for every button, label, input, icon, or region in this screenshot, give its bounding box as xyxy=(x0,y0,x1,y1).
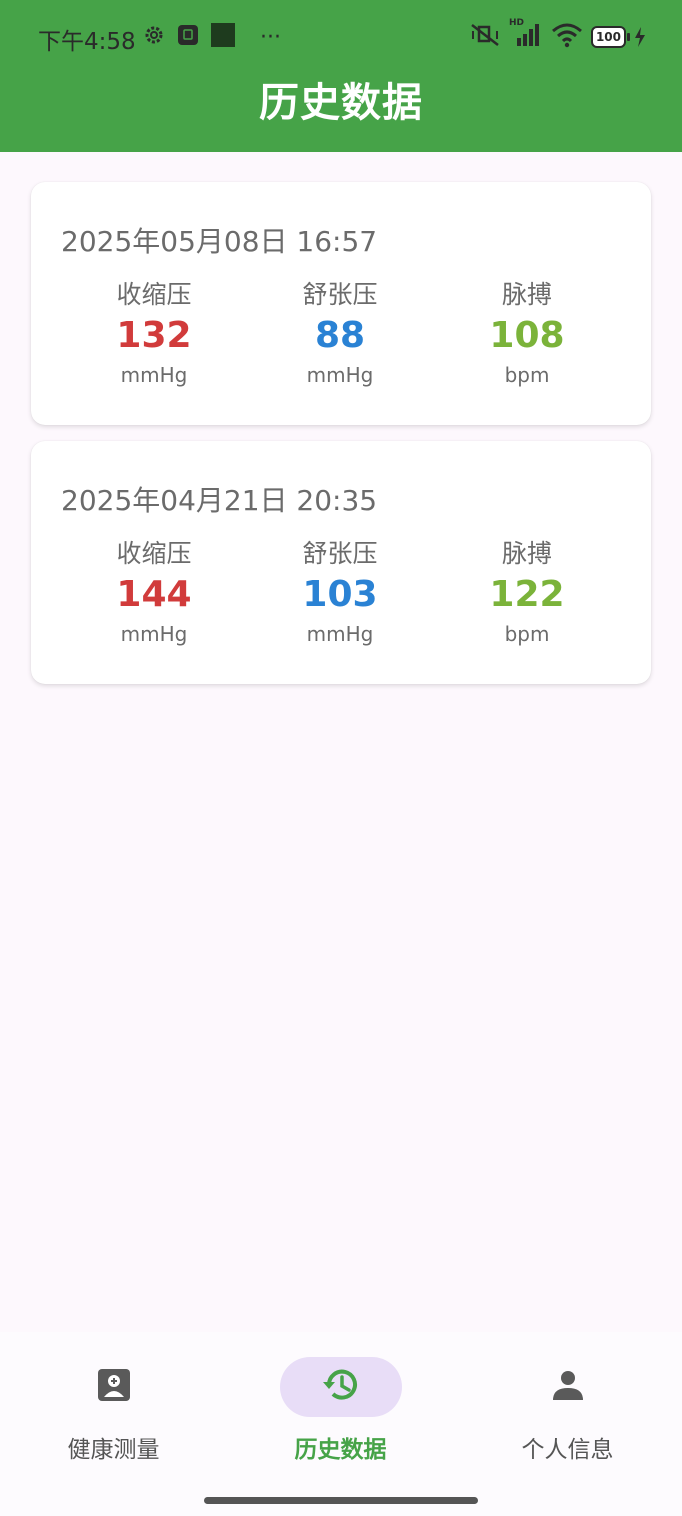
diastolic-metric: 舒张压 88 mmHg xyxy=(240,278,440,390)
systolic-unit: mmHg xyxy=(120,363,188,387)
diastolic-value: 103 xyxy=(302,574,378,615)
status-right-icons: HD 100 xyxy=(469,18,646,53)
nav-item-health-measure[interactable]: 健康测量 xyxy=(0,1332,227,1472)
nav-label-profile: 个人信息 xyxy=(521,1437,614,1463)
systolic-value: 132 xyxy=(116,315,192,356)
status-bar: 下午4:58 ··· HD 100 xyxy=(0,0,682,76)
systolic-metric: 收缩压 144 mmHg xyxy=(54,537,254,649)
systolic-label: 收缩压 xyxy=(116,539,192,568)
systolic-value: 144 xyxy=(116,574,192,615)
sim-icon xyxy=(176,23,200,51)
pulse-unit: bpm xyxy=(504,363,550,387)
pulse-unit: bpm xyxy=(504,622,550,646)
pulse-value: 108 xyxy=(489,315,565,356)
status-left-icons: ··· xyxy=(142,22,281,52)
nav-label-health-measure: 健康测量 xyxy=(67,1437,160,1463)
mute-icon xyxy=(469,21,501,53)
pulse-metric: 脉搏 122 bpm xyxy=(427,537,627,649)
nav-item-history[interactable]: 历史数据 xyxy=(227,1332,454,1472)
app-header: 下午4:58 ··· HD 100 历史数据 xyxy=(0,0,682,152)
systolic-label: 收缩压 xyxy=(116,280,192,309)
diastolic-label: 舒张压 xyxy=(302,539,378,568)
nav-label-history: 历史数据 xyxy=(294,1437,387,1463)
wifi-icon xyxy=(551,22,583,52)
systolic-unit: mmHg xyxy=(120,622,188,646)
person-icon xyxy=(550,1367,586,1407)
battery-icon: 100 xyxy=(590,26,646,48)
nav-icon-container xyxy=(507,1357,629,1417)
record-datetime: 2025年04月21日 20:35 xyxy=(61,484,378,517)
status-time: 下午4:58 xyxy=(38,29,136,55)
diastolic-value: 88 xyxy=(314,315,366,356)
signal-icon: HD xyxy=(509,18,543,52)
nav-icon-container-active xyxy=(279,1357,402,1417)
home-indicator[interactable] xyxy=(204,1497,478,1504)
diastolic-unit: mmHg xyxy=(306,622,374,646)
history-record-card[interactable]: 2025年05月08日 16:57 收缩压 132 mmHg 舒张压 88 mm… xyxy=(31,182,651,425)
page-title: 历史数据 xyxy=(259,80,423,126)
diastolic-unit: mmHg xyxy=(306,363,374,387)
history-icon xyxy=(321,1365,361,1409)
pulse-label: 脉搏 xyxy=(501,280,552,309)
diastolic-metric: 舒张压 103 mmHg xyxy=(240,537,440,649)
hd-label: HD xyxy=(508,18,524,28)
record-datetime: 2025年05月08日 16:57 xyxy=(61,225,378,258)
pulse-metric: 脉搏 108 bpm xyxy=(427,278,627,390)
nav-icon-container xyxy=(53,1357,175,1417)
diastolic-label: 舒张压 xyxy=(302,280,378,309)
square-icon xyxy=(210,22,236,52)
history-record-card[interactable]: 2025年04月21日 20:35 收缩压 144 mmHg 舒张压 103 m… xyxy=(31,441,651,684)
more-dots: ··· xyxy=(260,24,281,50)
health-measure-icon xyxy=(95,1366,133,1408)
gear-icon xyxy=(142,23,166,51)
pulse-label: 脉搏 xyxy=(501,539,552,568)
systolic-metric: 收缩压 132 mmHg xyxy=(54,278,254,390)
battery-level: 100 xyxy=(590,26,626,48)
charging-icon xyxy=(635,27,645,47)
pulse-value: 122 xyxy=(489,574,565,615)
nav-item-profile[interactable]: 个人信息 xyxy=(454,1332,681,1472)
bottom-navigation: 健康测量 历史数据 个人信息 xyxy=(0,1332,682,1516)
